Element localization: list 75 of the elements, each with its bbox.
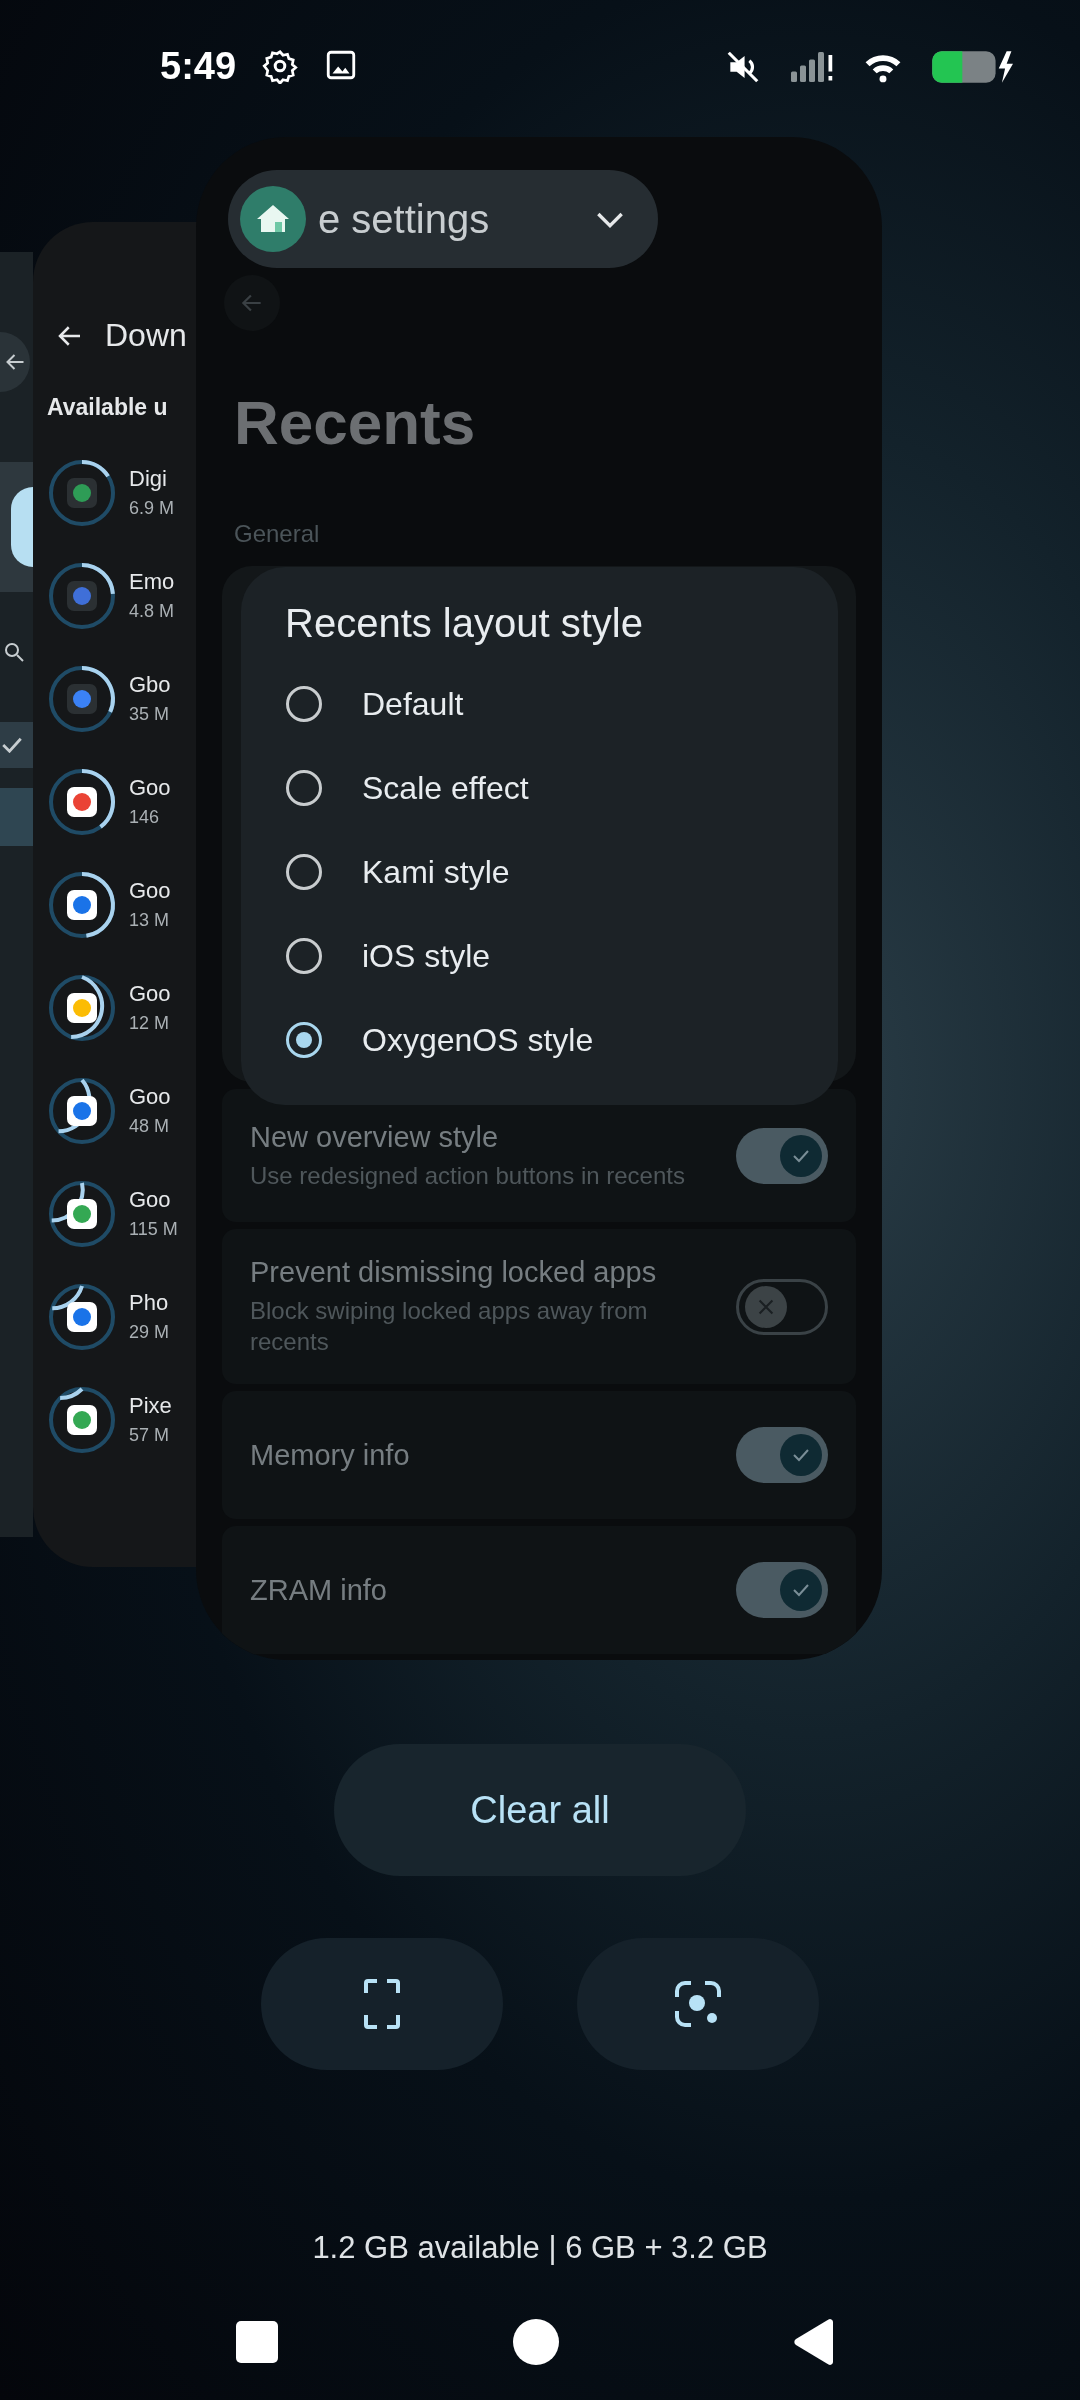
square-icon (236, 2321, 278, 2363)
home-button[interactable] (512, 2319, 559, 2365)
app-name: Emo (129, 569, 175, 595)
settings-row[interactable]: ZRAM info (222, 1526, 856, 1654)
app-name: Goo (129, 878, 171, 904)
settings-icon (262, 48, 299, 84)
status-time: 5:49 (160, 44, 237, 88)
option-label[interactable]: Scale effect (362, 769, 529, 807)
app-size: 115 M (129, 1219, 178, 1240)
radio-button[interactable] (286, 938, 322, 974)
radio-button[interactable] (286, 854, 322, 890)
app-icon (47, 560, 117, 631)
app-name: Goo (129, 1187, 172, 1213)
app-icon (47, 869, 117, 940)
section-heading: General (234, 520, 321, 548)
app-name: Pho (129, 1290, 170, 1316)
memory-info: 1.2 GB available | 6 GB + 3.2 GB (312, 2230, 768, 2266)
option-label[interactable]: iOS style (362, 937, 491, 975)
home-icon (240, 186, 306, 252)
app-name: Pixe (129, 1393, 172, 1419)
app-card[interactable] (0, 252, 33, 1537)
app-size: 29 M (129, 1322, 170, 1343)
app-name: Digi (129, 466, 168, 492)
chip[interactable] (0, 722, 33, 768)
app-icon (47, 1384, 117, 1455)
option-label[interactable]: Default (362, 685, 464, 723)
app-name: Goo (129, 1084, 171, 1110)
toggle-switch[interactable] (736, 1278, 828, 1335)
option-label[interactable]: Kami style (362, 853, 510, 891)
search-icon (2, 640, 26, 664)
app-chip[interactable]: e settings (228, 170, 658, 268)
page-title: Recents (234, 387, 477, 458)
setting-title: Memory info (250, 1438, 411, 1472)
app-size: 48 M (129, 1116, 171, 1137)
app-size: 13 M (129, 910, 171, 931)
settings-row[interactable]: Memory info (222, 1391, 856, 1519)
check-icon (2, 737, 22, 753)
back-button[interactable] (793, 2318, 835, 2366)
app-name: Goo (129, 775, 171, 801)
dialog-title: Recents layout style (285, 601, 644, 646)
radio-button[interactable] (286, 1022, 322, 1058)
crop-frame-icon (364, 1979, 400, 2029)
app-size: 35 M (129, 704, 171, 725)
app-size: 57 M (129, 1425, 171, 1446)
app-icon (47, 1281, 117, 1352)
app-icon (47, 1075, 117, 1146)
app-name: Goo (129, 981, 171, 1007)
app-name: Gbo (129, 672, 171, 698)
radio-button[interactable] (286, 770, 322, 806)
app-icon (47, 766, 117, 837)
setting-description: Use redesigned action buttons in recents (250, 1160, 686, 1191)
app-size: 12 M (129, 1013, 171, 1034)
app-size: 146 (129, 807, 161, 828)
option-label[interactable]: OxygenOS style (362, 1021, 594, 1059)
settings-row[interactable]: Prevent dismissing locked apps Block swiping locked apps away from recents (222, 1229, 856, 1384)
screen-title: Down (105, 317, 187, 354)
toggle-switch[interactable] (736, 1562, 828, 1618)
toggle-switch[interactable] (736, 1427, 828, 1483)
app-icon (47, 972, 117, 1043)
app-icon (47, 663, 117, 734)
lens-icon (675, 1981, 721, 2027)
app-size: 6.9 M (129, 498, 175, 519)
app-name: e settings (318, 196, 491, 242)
radio-button[interactable] (286, 686, 322, 722)
setting-title: Prevent dismissing locked apps (250, 1256, 658, 1289)
app-icon (47, 457, 117, 528)
section-heading: Available u (47, 394, 169, 421)
setting-description: Block swiping locked apps away from recents (250, 1296, 649, 1357)
app-icon (47, 1178, 117, 1249)
app-size: 4.8 M (129, 601, 175, 622)
triangle-icon (793, 2318, 835, 2366)
setting-title: ZRAM info (250, 1573, 388, 1607)
setting-title: New overview style (250, 1120, 500, 1154)
circle-icon (512, 2319, 559, 2365)
clear-all-button[interactable]: Clear all (334, 1744, 746, 1876)
